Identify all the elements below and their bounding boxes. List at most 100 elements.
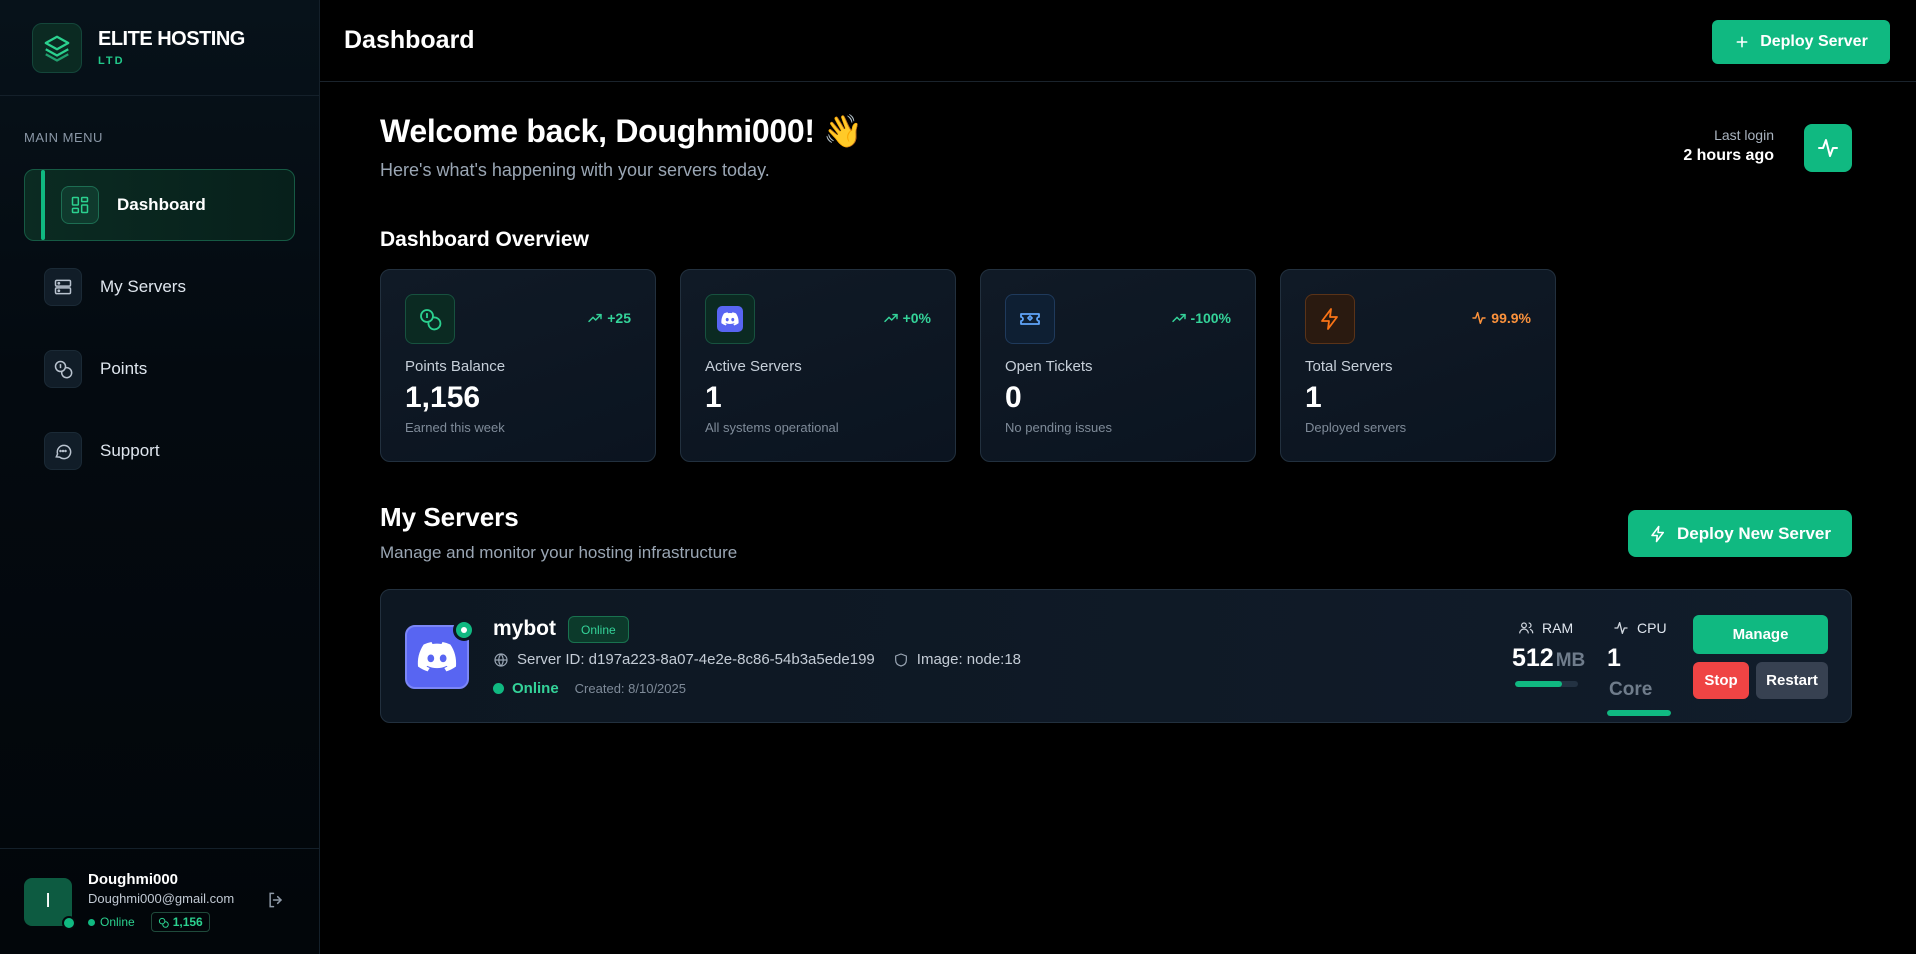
trend-up-icon <box>1171 313 1186 323</box>
card-label: Points Balance <box>405 358 506 375</box>
logout-icon[interactable] <box>266 890 286 910</box>
card-label: Total Servers <box>1305 358 1393 375</box>
brand-name: ELITE HOSTING <box>98 28 245 50</box>
globe-icon <box>493 652 509 668</box>
server-status-text: Online <box>512 680 559 697</box>
discord-icon <box>405 619 475 689</box>
user-status: Online <box>100 915 135 929</box>
card-value: 1 <box>1305 381 1322 414</box>
avatar-initial: I <box>45 890 51 912</box>
trend-up: +25 <box>587 310 631 326</box>
brand[interactable]: ELITE HOSTING LTD <box>0 0 319 96</box>
server-online-indicator <box>453 619 475 641</box>
ram-stat: RAM 512 MB <box>1512 620 1585 687</box>
ram-unit: MB <box>1555 650 1586 671</box>
user-panel: I Doughmi000 Doughmi000@gmail.com Online… <box>0 848 320 954</box>
trend-up-icon <box>883 313 898 323</box>
user-email: Doughmi000@gmail.com <box>88 891 235 906</box>
restart-button[interactable]: Restart <box>1756 662 1828 699</box>
card-value: 0 <box>1005 381 1022 414</box>
card-desc: Earned this week <box>405 420 505 435</box>
card-value: 1,156 <box>405 381 481 414</box>
plus-icon <box>1736 36 1748 48</box>
sidebar-item-my-servers[interactable]: My Servers <box>24 251 295 323</box>
server-name: mybot <box>493 617 556 640</box>
ram-label: RAM <box>1542 620 1574 636</box>
stat-card-points[interactable]: +25 Points Balance 1,156 Earned this wee… <box>380 269 656 462</box>
top-bar: Dashboard Deploy Server <box>320 0 1916 82</box>
sidebar-item-label: My Servers <box>100 277 186 296</box>
uptime-trend: 99.9% <box>1471 310 1531 326</box>
card-trend-value: +25 <box>607 310 631 326</box>
card-label: Active Servers <box>705 358 802 375</box>
ram-value: 512 <box>1512 644 1554 672</box>
discord-icon <box>705 294 755 344</box>
stop-button[interactable]: Stop <box>1693 662 1749 699</box>
last-login: Last login 2 hours ago <box>1683 127 1774 165</box>
servers-title: My Servers <box>380 502 519 532</box>
last-login-value: 2 hours ago <box>1683 147 1774 164</box>
main-nav: Dashboard My Servers Points Support <box>24 169 295 497</box>
sidebar-item-label: Support <box>100 441 160 460</box>
servers-icon <box>44 268 82 306</box>
activity-icon <box>1472 311 1487 325</box>
deploy-server-label: Deploy Server <box>1760 33 1868 50</box>
sidebar-item-dashboard[interactable]: Dashboard <box>24 169 295 241</box>
ticket-icon <box>1005 294 1055 344</box>
stat-card-active-servers[interactable]: +0% Active Servers 1 All systems operati… <box>680 269 956 462</box>
last-login-label: Last login <box>1714 127 1774 143</box>
card-value: 1 <box>705 381 722 414</box>
cpu-value: 1 <box>1607 644 1621 672</box>
sidebar-item-support[interactable]: Support <box>24 415 295 487</box>
stat-card-total-servers[interactable]: 99.9% Total Servers 1 Deployed servers <box>1280 269 1556 462</box>
overview-title: Dashboard Overview <box>380 228 589 251</box>
chat-icon <box>44 432 82 470</box>
stat-card-open-tickets[interactable]: -100% Open Tickets 0 No pending issues <box>980 269 1256 462</box>
points-badge: 1,156 <box>150 912 210 932</box>
sidebar-item-label: Dashboard <box>117 195 206 214</box>
manage-button[interactable]: Manage <box>1693 615 1828 654</box>
card-desc: Deployed servers <box>1305 420 1407 435</box>
server-card[interactable]: mybot Online Server ID: d197a223-8a07-4e… <box>380 589 1852 723</box>
trend-up: -100% <box>1171 310 1231 326</box>
ram-usage-fill <box>1515 681 1563 687</box>
server-status: Online Created: 8/10/2025 <box>493 680 686 697</box>
activity-icon <box>1614 622 1628 634</box>
cpu-label: CPU <box>1637 620 1667 636</box>
cpu-usage-fill <box>1607 710 1671 716</box>
sidebar-item-points[interactable]: Points <box>24 333 295 405</box>
card-trend-value: 99.9% <box>1491 310 1531 326</box>
trend-up-icon <box>588 313 602 323</box>
card-trend-value: +0% <box>902 310 931 326</box>
sidebar: ELITE HOSTING LTD MAIN MENU Dashboard My… <box>0 0 320 954</box>
user-name: Doughmi000 <box>88 871 179 888</box>
status-dot <box>493 683 504 694</box>
deploy-new-server-button[interactable]: Deploy New Server <box>1628 510 1852 557</box>
servers-subtitle: Manage and monitor your hosting infrastr… <box>380 543 738 562</box>
status-dot <box>88 918 95 926</box>
online-indicator <box>62 915 76 930</box>
coins-icon <box>158 917 169 928</box>
server-meta: Server ID: d197a223-8a07-4e2e-8c86-54b3a… <box>493 651 1021 668</box>
bolt-icon <box>1305 294 1355 344</box>
bolt-icon <box>1651 525 1664 542</box>
avatar[interactable]: I <box>24 877 76 930</box>
points-value: 1,156 <box>172 915 203 929</box>
card-trend-value: -100% <box>1190 310 1231 326</box>
dashboard-icon <box>61 186 99 224</box>
trend-up: +0% <box>883 310 931 326</box>
cpu-usage-bar <box>1607 710 1671 716</box>
card-label: Open Tickets <box>1005 358 1093 375</box>
card-desc: All systems operational <box>705 420 839 435</box>
deploy-server-button[interactable]: Deploy Server <box>1712 20 1890 64</box>
sidebar-item-label: Points <box>100 359 148 378</box>
users-icon <box>1519 622 1534 634</box>
activity-icon[interactable] <box>1804 124 1852 172</box>
status-badge: Online <box>568 616 629 643</box>
layers-icon <box>32 22 82 73</box>
welcome-subtitle: Here's what's happening with your server… <box>380 160 770 180</box>
cpu-stat: CPU 1 Core <box>1607 620 1673 716</box>
card-desc: No pending issues <box>1005 420 1112 435</box>
shield-icon <box>893 652 909 668</box>
coins-icon <box>44 350 82 388</box>
